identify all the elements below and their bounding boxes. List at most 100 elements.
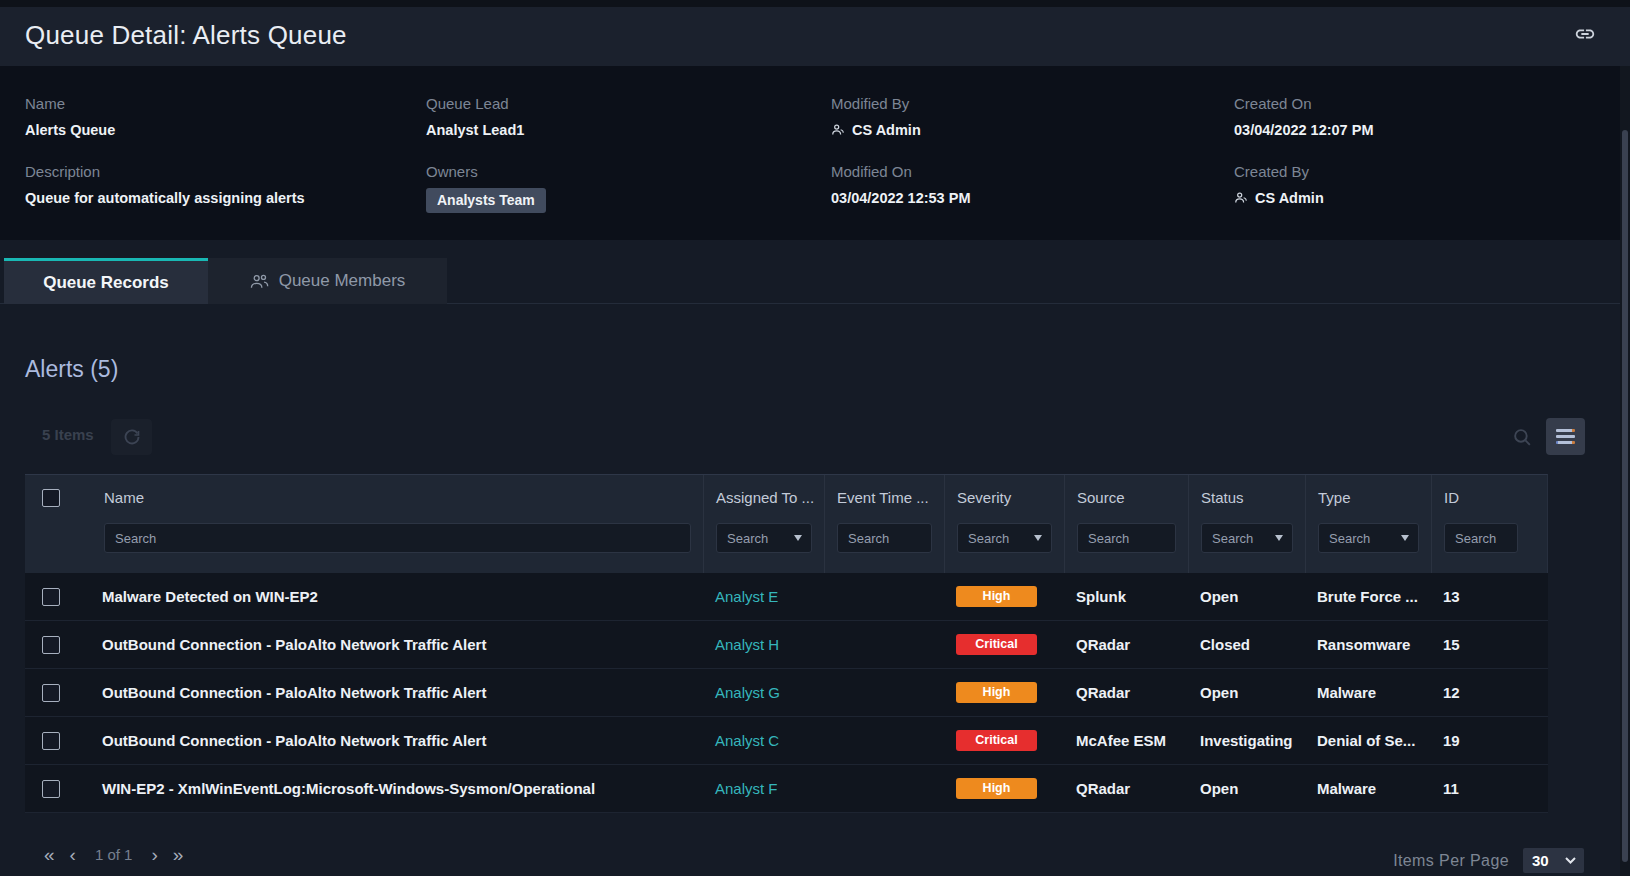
cell-status: Open <box>1188 684 1305 701</box>
cell-source: QRadar <box>1064 684 1188 701</box>
scrollbar-thumb[interactable] <box>1622 130 1628 862</box>
search-button[interactable] <box>1503 419 1541 455</box>
person-icon <box>831 123 845 137</box>
cell-assigned-to-link[interactable]: Analyst C <box>703 732 824 749</box>
cell-assigned-to-link[interactable]: Analyst G <box>703 684 824 701</box>
caret-down-icon <box>1275 535 1283 541</box>
filter-severity-dropdown[interactable]: Search <box>957 523 1052 553</box>
cell-id: 15 <box>1431 636 1548 653</box>
filter-severity-label: Search <box>968 531 1009 546</box>
cell-assigned-to-link[interactable]: Analyst H <box>703 636 824 653</box>
cell-type: Denial of Se... <box>1305 732 1431 749</box>
filter-id-input[interactable] <box>1444 523 1518 553</box>
prev-page-button[interactable]: ‹ <box>70 845 76 864</box>
first-page-button[interactable]: « <box>44 845 55 864</box>
cell-source: QRadar <box>1064 780 1188 797</box>
caret-down-icon <box>794 535 802 541</box>
severity-badge: Critical <box>956 730 1037 751</box>
row-checkbox[interactable] <box>42 732 60 750</box>
cell-name: WIN-EP2 - XmlWinEventLog:Microsoft-Windo… <box>92 780 703 797</box>
alerts-section-title: Alerts (5) <box>25 356 118 383</box>
search-icon <box>1512 427 1533 448</box>
page-header: Queue Detail: Alerts Queue <box>0 0 1630 66</box>
header-severity-col: Severity Search <box>944 475 1064 573</box>
link-icon[interactable] <box>1574 23 1596 45</box>
table-row[interactable]: Malware Detected on WIN-EP2 Analyst E Hi… <box>25 573 1548 621</box>
column-header-name[interactable]: Name <box>92 489 703 506</box>
select-all-checkbox[interactable] <box>42 489 60 507</box>
row-checkbox[interactable] <box>42 636 60 654</box>
severity-badge: High <box>956 778 1037 799</box>
list-view-menu-button[interactable] <box>1546 418 1585 455</box>
field-modified-by: Modified By CS Admin <box>831 95 1234 138</box>
table-row[interactable]: WIN-EP2 - XmlWinEventLog:Microsoft-Windo… <box>25 765 1548 813</box>
cell-name: OutBound Connection - PaloAlto Network T… <box>92 684 703 701</box>
cell-id: 11 <box>1431 780 1548 797</box>
filter-source-input[interactable] <box>1077 523 1176 553</box>
tab-queue-members[interactable]: Queue Members <box>208 258 447 304</box>
next-page-button[interactable]: › <box>151 845 157 864</box>
last-page-button[interactable]: » <box>173 845 184 864</box>
field-created-on-value: 03/04/2022 12:07 PM <box>1234 122 1620 138</box>
cell-severity: High <box>944 682 1064 703</box>
cell-id: 12 <box>1431 684 1548 701</box>
field-queue-lead-value: Analyst Lead1 <box>426 122 831 138</box>
table-row[interactable]: OutBound Connection - PaloAlto Network T… <box>25 717 1548 765</box>
filter-status-dropdown[interactable]: Search <box>1201 523 1293 553</box>
column-header-id[interactable]: ID <box>1432 489 1548 506</box>
field-description: Description Queue for automatically assi… <box>25 163 426 213</box>
cell-assigned-to-link[interactable]: Analyst E <box>703 588 824 605</box>
modified-by-text: CS Admin <box>852 122 921 138</box>
header-status-col: Status Search <box>1188 475 1305 573</box>
field-modified-on-value: 03/04/2022 12:53 PM <box>831 190 1234 206</box>
header-id-col: ID <box>1431 475 1548 573</box>
items-per-page-label: Items Per Page <box>1393 852 1509 870</box>
column-header-type[interactable]: Type <box>1306 489 1431 506</box>
cell-id: 19 <box>1431 732 1548 749</box>
list-view-icon <box>1556 429 1575 432</box>
cell-source: QRadar <box>1064 636 1188 653</box>
table-row[interactable]: OutBound Connection - PaloAlto Network T… <box>25 669 1548 717</box>
field-queue-lead: Queue Lead Analyst Lead1 <box>426 95 831 138</box>
page-title: Queue Detail: Alerts Queue <box>25 20 347 51</box>
people-icon <box>250 273 269 290</box>
refresh-button[interactable] <box>111 419 152 455</box>
filter-name-input[interactable] <box>104 523 691 553</box>
field-modified-by-value: CS Admin <box>831 122 1234 138</box>
header-event-time-col: Event Time ... <box>824 475 944 573</box>
alerts-table: Name Assigned To ... Search Event Time .… <box>25 474 1548 813</box>
cell-severity: Critical <box>944 634 1064 655</box>
tabs-bar: Queue Records Queue Members <box>0 258 1620 304</box>
field-modified-on: Modified On 03/04/2022 12:53 PM <box>831 163 1234 213</box>
chevron-down-icon <box>1565 857 1576 864</box>
filter-event-time-input[interactable] <box>837 523 932 553</box>
row-checkbox[interactable] <box>42 684 60 702</box>
filter-type-label: Search <box>1329 531 1370 546</box>
column-header-source[interactable]: Source <box>1065 489 1188 506</box>
pagination: « ‹ 1 of 1 › » <box>44 845 183 864</box>
cell-source: Splunk <box>1064 588 1188 605</box>
filter-type-dropdown[interactable]: Search <box>1318 523 1419 553</box>
caret-down-icon <box>1401 535 1409 541</box>
items-per-page-select[interactable]: 30 <box>1523 848 1584 873</box>
column-header-assigned-to[interactable]: Assigned To ... <box>704 489 824 506</box>
severity-badge: Critical <box>956 634 1037 655</box>
column-header-event-time[interactable]: Event Time ... <box>825 489 944 506</box>
cell-status: Closed <box>1188 636 1305 653</box>
owners-team-badge[interactable]: Analysts Team <box>426 188 546 213</box>
cell-assigned-to-link[interactable]: Analyst F <box>703 780 824 797</box>
tab-queue-records-label: Queue Records <box>43 273 169 293</box>
cell-status: Investigating <box>1188 732 1305 749</box>
table-row[interactable]: OutBound Connection - PaloAlto Network T… <box>25 621 1548 669</box>
filter-assigned-to-label: Search <box>727 531 768 546</box>
field-modified-by-label: Modified By <box>831 95 1234 112</box>
row-checkbox[interactable] <box>42 780 60 798</box>
field-name-label: Name <box>25 95 426 112</box>
filter-assigned-to-dropdown[interactable]: Search <box>716 523 812 553</box>
tab-queue-records[interactable]: Queue Records <box>4 258 208 304</box>
column-header-severity[interactable]: Severity <box>945 489 1064 506</box>
cell-type: Brute Force ... <box>1305 588 1431 605</box>
header-type-col: Type Search <box>1305 475 1431 573</box>
row-checkbox[interactable] <box>42 588 60 606</box>
column-header-status[interactable]: Status <box>1189 489 1305 506</box>
